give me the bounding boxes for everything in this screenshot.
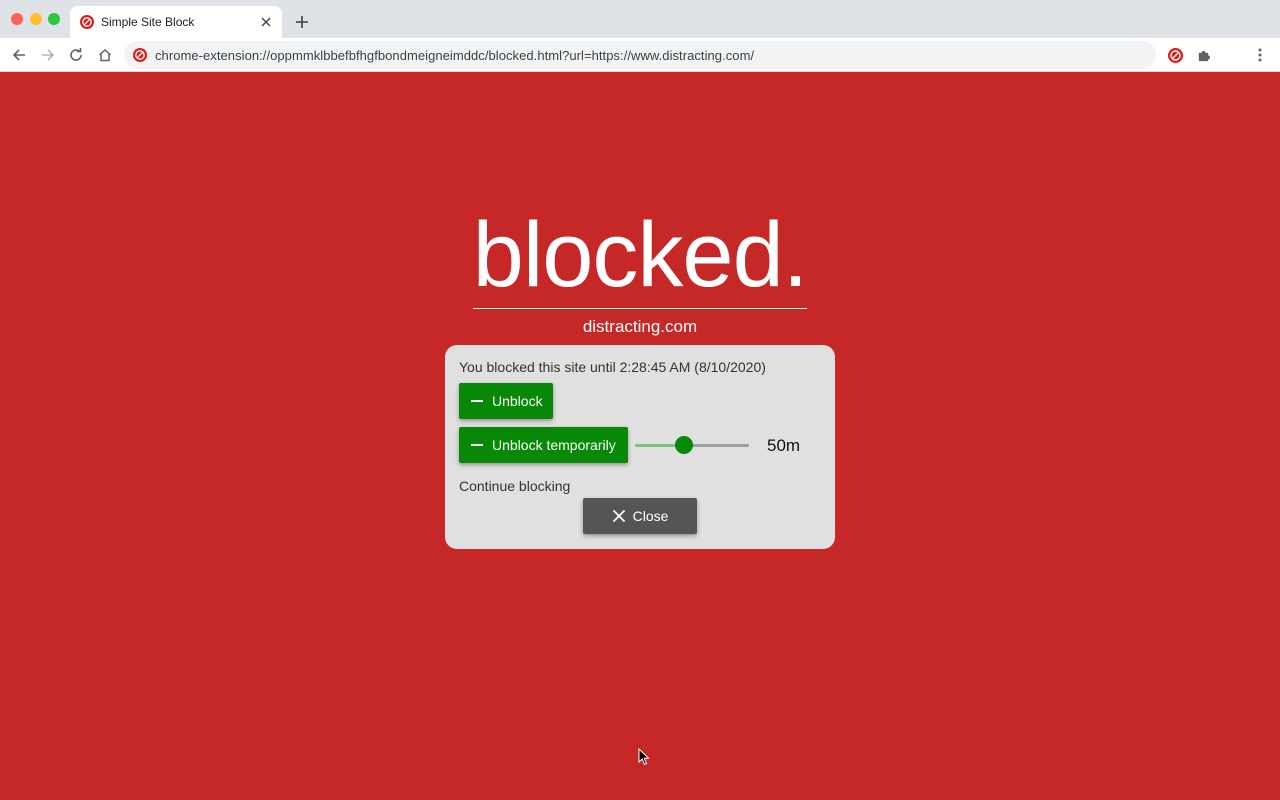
duration-slider[interactable] — [635, 435, 749, 455]
blocked-domain: distracting.com — [582, 317, 698, 336]
close-button[interactable]: Close — [583, 498, 697, 534]
browser-titlebar: Simple Site Block — [0, 0, 1280, 38]
close-icon — [612, 509, 625, 523]
window-close-button[interactable] — [11, 13, 23, 25]
tab-close-icon[interactable] — [256, 12, 276, 32]
slider-value: 50m — [767, 436, 801, 455]
extension-block-icon — [133, 48, 147, 62]
unblock-button[interactable]: Unblock — [459, 383, 553, 419]
title-divider — [473, 308, 807, 309]
blocked-until-text: You blocked this site until 2:28:45 AM (… — [459, 359, 766, 375]
browser-tab[interactable]: Simple Site Block — [70, 6, 282, 38]
minus-icon — [471, 444, 483, 446]
blocked-page: blocked. distracting.com You blocked thi… — [0, 72, 1280, 800]
tab-title: Simple Site Block — [101, 15, 195, 29]
new-tab-plus-icon[interactable] — [290, 10, 314, 34]
menu-icon[interactable] — [1248, 43, 1272, 67]
close-button-label: Close — [632, 508, 669, 524]
slider-thumb[interactable] — [675, 436, 694, 454]
page-title: blocked. — [472, 204, 809, 306]
forward-icon[interactable] — [36, 43, 60, 67]
home-icon[interactable] — [93, 43, 117, 67]
address-url: chrome-extension://oppmmklbbefbfhgfbondm… — [155, 48, 755, 63]
puzzle-icon[interactable] — [1191, 43, 1215, 67]
mouse-cursor-icon — [638, 748, 650, 766]
block-icon — [80, 15, 94, 29]
simple-site-block-extension-icon[interactable] — [1163, 43, 1187, 67]
unblock-panel: You blocked this site until 2:28:45 AM (… — [445, 345, 835, 549]
unblock-button-label: Unblock — [492, 393, 543, 409]
unblock-temporarily-button[interactable]: Unblock temporarily — [459, 427, 628, 463]
reload-icon[interactable] — [64, 43, 88, 67]
continue-blocking-label: Continue blocking — [459, 478, 571, 494]
address-bar[interactable]: chrome-extension://oppmmklbbefbfhgfbondm… — [124, 41, 1156, 69]
window-minimize-button[interactable] — [30, 13, 42, 25]
unblock-temporarily-label: Unblock temporarily — [492, 437, 616, 453]
window-maximize-button[interactable] — [48, 13, 60, 25]
back-icon[interactable] — [7, 43, 31, 67]
minus-icon — [471, 400, 483, 402]
browser-toolbar: chrome-extension://oppmmklbbefbfhgfbondm… — [0, 38, 1280, 72]
